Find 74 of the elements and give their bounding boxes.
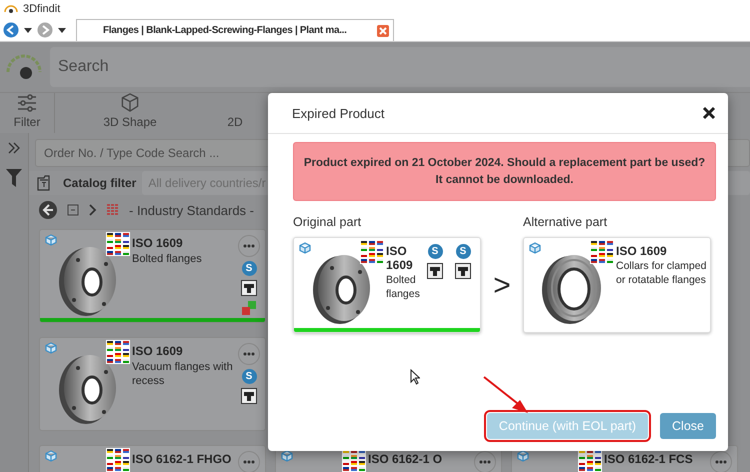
cube-icon	[45, 234, 57, 246]
sliders-icon	[17, 94, 37, 112]
caret-icon[interactable]	[58, 28, 66, 32]
app-title: 3Dfindit	[23, 3, 60, 15]
more-button[interactable]	[238, 451, 260, 472]
product-title: ISO 6162-1 FCS	[604, 452, 694, 466]
cube-icon	[529, 242, 541, 254]
flags-drawing	[106, 448, 130, 472]
gauge-logo-icon	[4, 54, 44, 80]
product-description: Bolted flanges	[386, 274, 421, 302]
table-icon	[241, 388, 257, 404]
app-logo-icon	[4, 5, 18, 13]
separator-sign: >	[492, 269, 512, 303]
more-icon	[479, 460, 491, 464]
table-icon	[427, 263, 443, 279]
catalog-icon[interactable]	[67, 204, 79, 216]
product-card[interactable]: ISO 1609 Vacuum flanges with recess S	[39, 337, 266, 431]
flags-drawing	[590, 240, 614, 264]
flags-drawing	[360, 240, 384, 264]
cube-icon	[45, 450, 57, 462]
browser-tab[interactable]: Flanges | Blank-Lapped-Screwing-Flanges | Plant ma...	[76, 19, 394, 41]
table-icon	[455, 263, 471, 279]
more-button[interactable]	[238, 343, 260, 365]
cube-icon	[517, 450, 529, 462]
more-icon	[243, 244, 255, 248]
product-title: ISO 6162-1 O	[368, 452, 444, 466]
close-button[interactable]: Close	[660, 413, 716, 439]
back-icon[interactable]	[39, 201, 57, 219]
product-title: ISO 1609	[132, 344, 184, 358]
supplier-badge: S	[242, 369, 256, 384]
close-icon[interactable]	[377, 24, 389, 36]
catalog-filter-label: Catalog filter	[63, 176, 136, 190]
expand-icon[interactable]	[7, 141, 21, 155]
cursor-icon	[410, 369, 420, 385]
close-button[interactable]	[702, 106, 716, 120]
more-icon	[243, 460, 255, 464]
supplier-badge: S	[428, 244, 442, 259]
caret-icon[interactable]	[24, 28, 32, 32]
toolbar-button[interactable]: 2D	[205, 93, 265, 133]
flags-drawing	[106, 340, 130, 364]
product-title: ISO 6162-1 FHGO	[132, 452, 232, 466]
product-title: ISO 1609	[386, 244, 414, 272]
more-icon	[715, 460, 727, 464]
supplier-badge: S	[242, 261, 256, 276]
product-title: ISO 1609	[616, 244, 668, 258]
flags-icon	[107, 204, 119, 216]
more-icon	[243, 352, 255, 356]
supplier-badge: S	[456, 244, 470, 259]
product-description: Bolted flanges	[132, 252, 203, 266]
breadcrumb-label[interactable]: - Industry Standards -	[129, 202, 254, 218]
product-description: Vacuum flanges with recess	[132, 360, 234, 389]
product-description: Collars for clamped or rotatable flanges	[616, 260, 708, 288]
part-label: Original part	[293, 215, 362, 229]
chevron-icon	[89, 204, 97, 216]
product-card[interactable]: ISO 1609 Bolted flanges S	[39, 229, 266, 323]
toolbar-button[interactable]: 3D Shape	[55, 93, 205, 133]
cube-icon	[120, 93, 140, 112]
search-field[interactable]: Search	[50, 47, 750, 87]
dialog-title: Expired Product	[292, 106, 384, 120]
filter-icon[interactable]	[6, 169, 22, 187]
back-icon[interactable]	[3, 22, 19, 38]
product-card[interactable]: ISO 6162-1 FHGO	[39, 445, 266, 472]
cube-icon	[299, 242, 311, 254]
product-card[interactable]: ISO 1609 Collars for clamped or rotatable flanges	[523, 237, 711, 333]
variants-icon	[241, 300, 257, 316]
product-card[interactable]: ISO 1609 Bolted flanges S S	[293, 237, 481, 333]
expiry-alert: Product expired on 21 October 2024. Should a replacement part be used? It cannot be downloaded.	[293, 142, 716, 201]
part-label: Alternative part	[523, 215, 608, 229]
flags-drawing	[106, 232, 130, 256]
product-title: ISO 1609	[132, 236, 184, 250]
table-icon	[241, 280, 257, 296]
more-button[interactable]	[238, 235, 260, 257]
cube-icon	[281, 450, 293, 462]
cube-icon	[45, 342, 57, 354]
